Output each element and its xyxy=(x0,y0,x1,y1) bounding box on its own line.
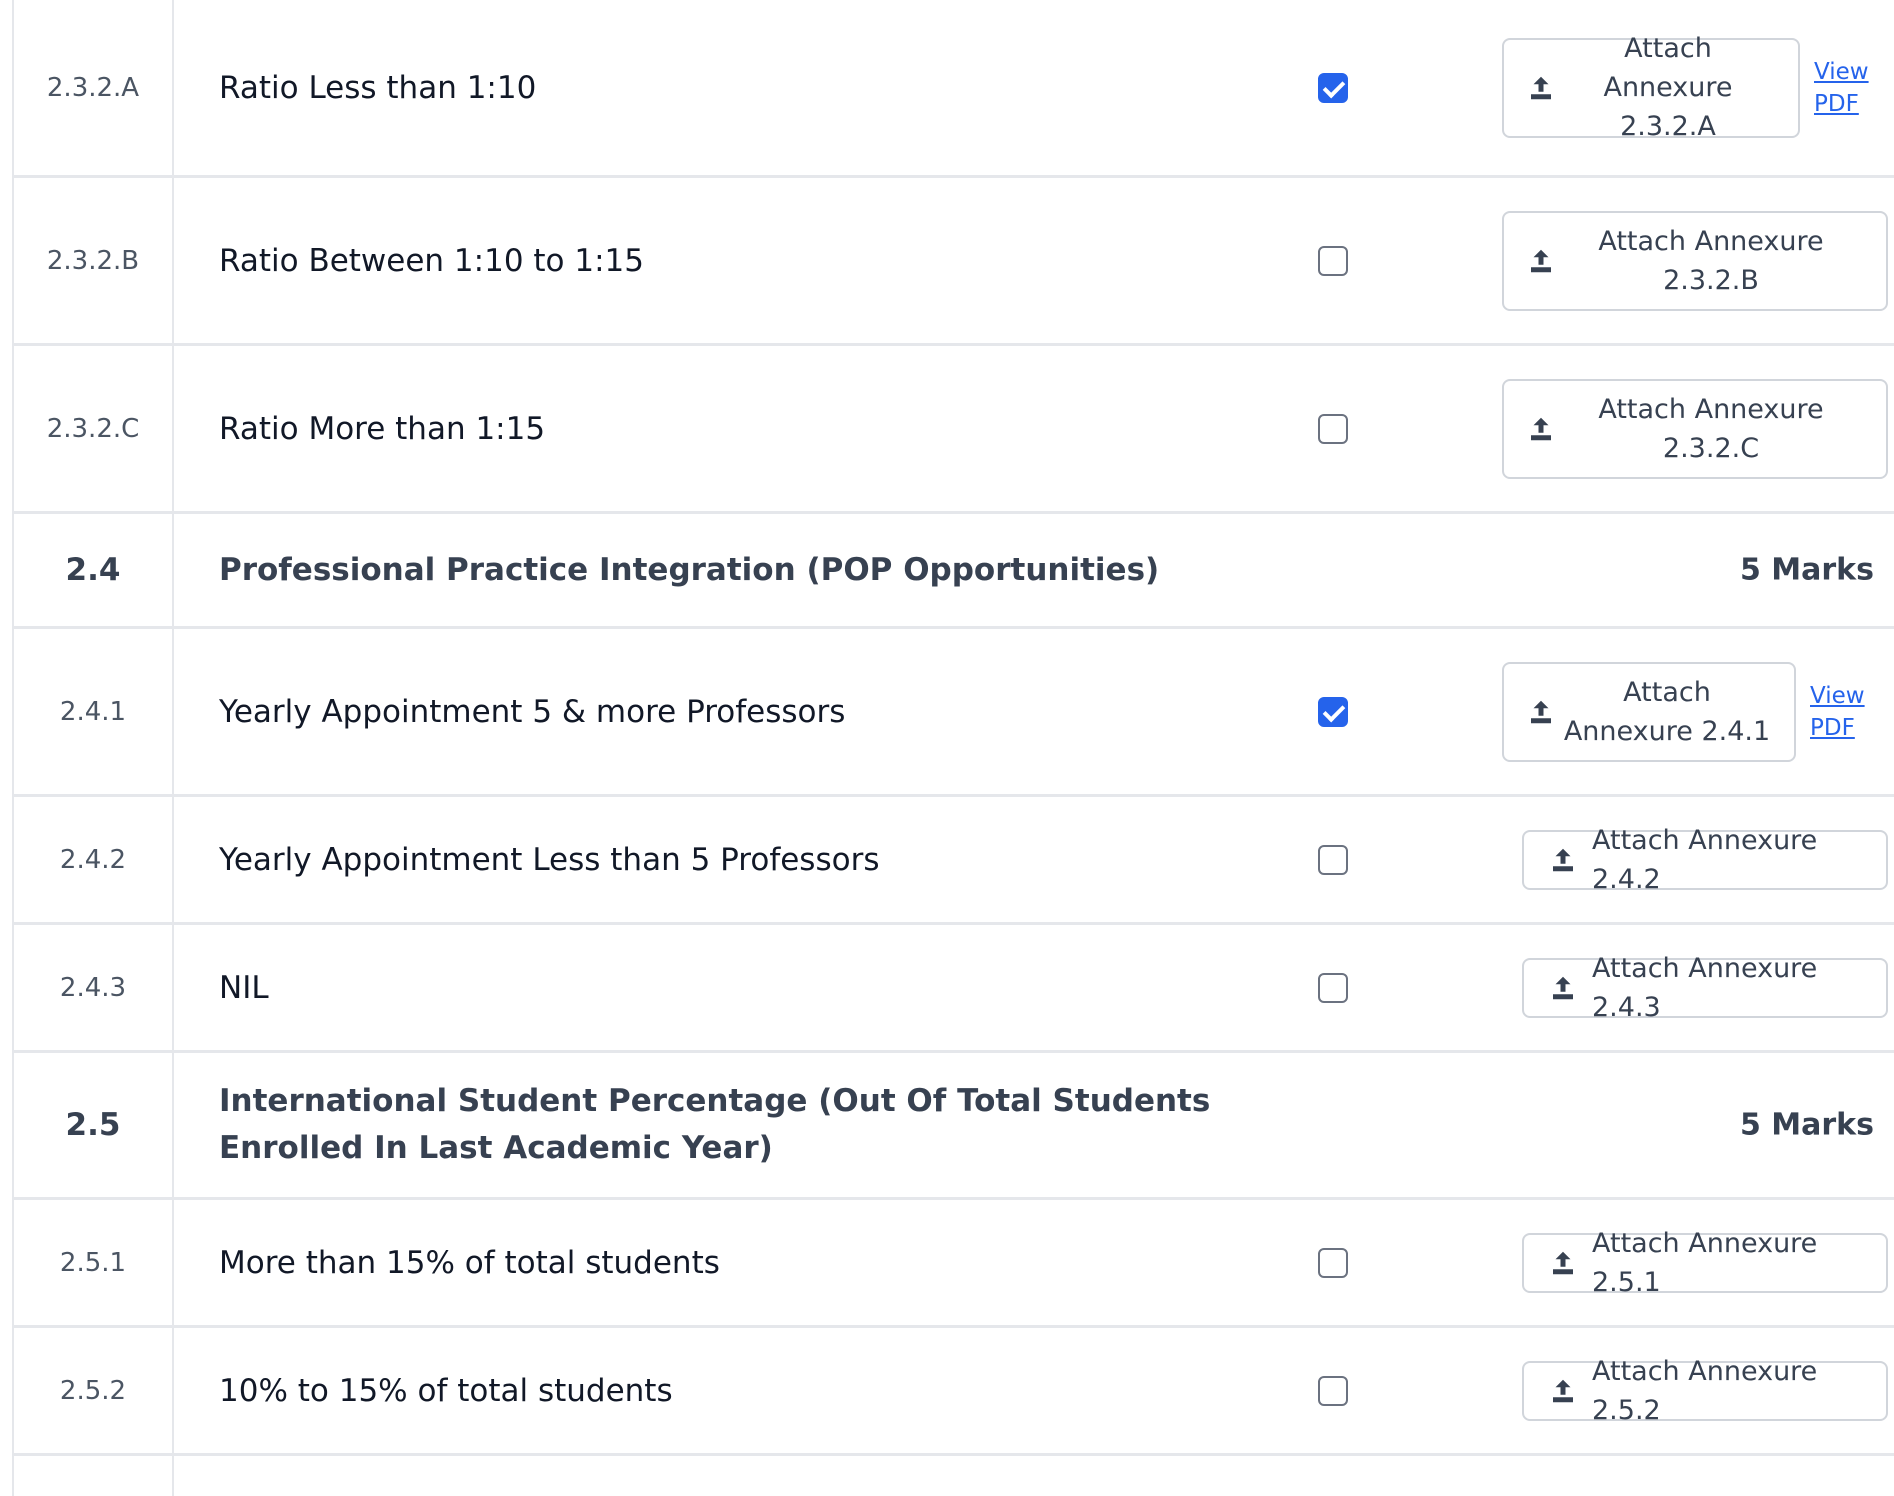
table-row: 2.3.2.C Ratio More than 1:15 Attach Anne… xyxy=(14,346,1894,514)
option-checkbox[interactable] xyxy=(1318,413,1348,444)
row-code: 2.5.1 xyxy=(14,1200,174,1325)
section-code: 2.4 xyxy=(14,514,174,626)
upload-icon xyxy=(1531,417,1551,440)
row-code xyxy=(14,1456,174,1496)
upload-icon xyxy=(1531,76,1551,99)
table-row: 2.3.2.A Ratio Less than 1:10 Attach Anne… xyxy=(14,0,1894,178)
option-checkbox[interactable] xyxy=(1318,245,1348,276)
table-row: 2.3.2.B Ratio Between 1:10 to 1:15 Attac… xyxy=(14,178,1894,346)
row-label: Ratio Less than 1:10 xyxy=(219,69,537,106)
attach-annexure-button[interactable]: Attach Annexure 2.5.1 xyxy=(1522,1228,1888,1298)
section-header-row: 2.4 Professional Practice Integration (P… xyxy=(14,514,1894,629)
attach-annexure-button[interactable]: Attach Annexure 2.3.2.A xyxy=(1502,33,1800,142)
row-label: Ratio More than 1:15 xyxy=(219,410,546,447)
table-row xyxy=(14,1456,1894,1496)
row-code: 2.3.2.B xyxy=(14,178,174,343)
attach-annexure-button[interactable]: Attach Annexure 2.4.3 xyxy=(1522,953,1888,1023)
attach-annexure-label: Attach Annexure 2.4.3 xyxy=(1592,952,1818,1023)
option-checkbox[interactable] xyxy=(1318,696,1348,727)
row-label: 10% to 15% of total students xyxy=(219,1372,673,1409)
section-marks: 5 Marks xyxy=(1739,552,1874,588)
upload-icon xyxy=(1553,848,1573,871)
table-row: 2.4.1 Yearly Appointment 5 & more Profes… xyxy=(14,629,1894,797)
attach-annexure-label: Attach Annexure 2.4.2 xyxy=(1592,824,1818,895)
table-row: 2.5.2 10% to 15% of total students Attac… xyxy=(14,1328,1894,1456)
attach-annexure-button[interactable]: Attach Annexure 2.3.2.B xyxy=(1502,210,1888,311)
section-title: International Student Percentage (Out Of… xyxy=(219,1083,1211,1166)
table-row: 2.5.1 More than 15% of total students At… xyxy=(14,1200,1894,1328)
option-checkbox[interactable] xyxy=(1318,72,1348,103)
row-code: 2.4.3 xyxy=(14,925,174,1050)
table-row: 2.4.2 Yearly Appointment Less than 5 Pro… xyxy=(14,797,1894,925)
option-checkbox[interactable] xyxy=(1318,844,1348,875)
upload-icon xyxy=(1531,249,1551,272)
row-label: NIL xyxy=(219,969,269,1006)
view-pdf-link[interactable]: View PDF xyxy=(1810,680,1874,744)
upload-icon xyxy=(1531,700,1551,723)
table-row: 2.4.3 NIL Attach Annexure 2.4.3 xyxy=(14,925,1894,1053)
row-code: 2.3.2.C xyxy=(14,346,174,511)
criteria-table: 2.3.2.A Ratio Less than 1:10 Attach Anne… xyxy=(12,0,1894,1496)
attach-annexure-label: Attach Annexure 2.3.2.B xyxy=(1598,225,1824,296)
upload-icon xyxy=(1553,976,1573,999)
attach-annexure-button[interactable]: Attach Annexure 2.4.1 xyxy=(1502,661,1796,762)
upload-icon xyxy=(1553,1251,1573,1274)
row-code: 2.3.2.A xyxy=(14,0,174,175)
section-marks: 5 Marks xyxy=(1739,1107,1874,1143)
row-code: 2.4.2 xyxy=(14,797,174,922)
attach-annexure-label: Attach Annexure 2.3.2.A xyxy=(1603,33,1733,142)
attach-annexure-button[interactable]: Attach Annexure 2.5.2 xyxy=(1522,1356,1888,1426)
option-checkbox[interactable] xyxy=(1318,1247,1348,1278)
section-code: 2.5 xyxy=(14,1053,174,1197)
row-label: More than 15% of total students xyxy=(219,1244,720,1281)
row-code: 2.5.2 xyxy=(14,1328,174,1453)
attach-annexure-button[interactable]: Attach Annexure 2.4.2 xyxy=(1522,825,1888,895)
attach-annexure-label: Attach Annexure 2.5.1 xyxy=(1592,1227,1818,1298)
view-pdf-link[interactable]: View PDF xyxy=(1814,56,1878,120)
upload-icon xyxy=(1553,1379,1573,1402)
row-code: 2.4.1 xyxy=(14,629,174,794)
row-label: Ratio Between 1:10 to 1:15 xyxy=(219,242,644,279)
row-label: Yearly Appointment Less than 5 Professor… xyxy=(219,841,880,878)
attach-annexure-label: Attach Annexure 2.3.2.C xyxy=(1598,393,1824,464)
section-header-row: 2.5 International Student Percentage (Ou… xyxy=(14,1053,1894,1200)
attach-annexure-label: Attach Annexure 2.5.2 xyxy=(1592,1355,1818,1426)
row-label: Yearly Appointment 5 & more Professors xyxy=(219,693,846,730)
attach-annexure-label: Attach Annexure 2.4.1 xyxy=(1563,676,1771,747)
section-title: Professional Practice Integration (POP O… xyxy=(219,551,1160,588)
attach-annexure-button[interactable]: Attach Annexure 2.3.2.C xyxy=(1502,378,1888,479)
option-checkbox[interactable] xyxy=(1318,972,1348,1003)
option-checkbox[interactable] xyxy=(1318,1375,1348,1406)
